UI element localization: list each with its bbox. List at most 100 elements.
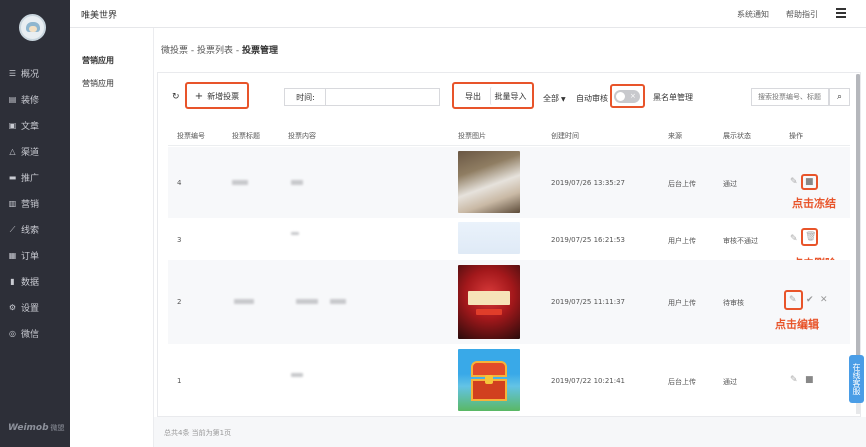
plus-icon: + [194, 90, 204, 102]
add-vote-button[interactable]: + 新增投票 [190, 87, 244, 105]
th-status: 展示状态 [723, 132, 751, 140]
brand-title: 唯美世界 [81, 11, 118, 21]
online-service-button[interactable]: 在线客服 [849, 355, 864, 403]
breadcrumb-current: 投票管理 [242, 46, 279, 56]
blurred-content [291, 180, 303, 185]
row-source: 用户上传 [668, 237, 696, 245]
breadcrumb-vote[interactable]: 微投票 [161, 46, 188, 56]
th-id: 投票编号 [177, 132, 205, 140]
nav-item-orders[interactable]: ▦ 订单 [0, 246, 70, 264]
breadcrumb-list[interactable]: 投票列表 [197, 46, 233, 56]
help-guide-link[interactable]: 帮助指引 [786, 9, 818, 20]
sub-sidebar: 营销应用 营销应用 [70, 28, 154, 447]
nav-item-data[interactable]: ▮ 数据 [0, 272, 70, 290]
brush-icon: ▤ [8, 94, 17, 104]
scrollbar-thumb[interactable] [856, 74, 860, 400]
breadcrumb: 微投票 - 投票列表 - 投票管理 [161, 46, 279, 56]
blurred-title [234, 299, 254, 304]
row-time: 2019/07/25 16:21:53 [551, 236, 626, 244]
th-source: 来源 [668, 132, 682, 140]
menu-icon[interactable] [836, 8, 846, 18]
stats-icon: ▮ [10, 276, 15, 286]
edit-icon[interactable]: ✎ [789, 295, 797, 305]
vote-image-blank[interactable] [458, 222, 520, 254]
freeze-icon[interactable]: ■ [805, 177, 814, 187]
pagination-text: 总共4条 当前为第1页 [164, 429, 232, 437]
close-icon: × [630, 92, 636, 100]
list-icon: ☰ [8, 68, 17, 78]
filter-select[interactable]: 全部 ▼ [543, 93, 566, 104]
th-image: 投票图片 [458, 132, 486, 140]
search-input[interactable] [751, 88, 829, 106]
row-id: 2 [177, 298, 182, 306]
edit-icon[interactable]: ✎ [790, 234, 798, 244]
nav-item-channel[interactable]: △ 渠道 [0, 142, 70, 160]
time-label: 时间: [284, 88, 326, 106]
row-source: 后台上传 [668, 180, 696, 188]
image-button [476, 309, 502, 315]
trend-icon: ⟋ [9, 224, 16, 234]
reject-icon[interactable]: ✕ [820, 295, 828, 305]
subnav-item-marketing-app-2[interactable]: 营销应用 [82, 78, 114, 89]
row-id: 1 [177, 377, 182, 385]
megaphone-icon: ▬ [8, 172, 17, 182]
export-button[interactable]: 导出 [459, 87, 487, 105]
nav-item-article[interactable]: ▣ 文章 [0, 116, 70, 134]
th-created: 创建时间 [551, 132, 579, 140]
refresh-icon[interactable]: ↻ [172, 92, 180, 102]
vote-image-red[interactable] [458, 265, 520, 339]
gear-icon: ⚙ [8, 302, 17, 312]
auto-review-toggle[interactable]: × [614, 90, 640, 103]
nav-item-wechat[interactable]: ◎ 微信 [0, 324, 70, 342]
nav-item-promote[interactable]: ▬ 推广 [0, 168, 70, 186]
wechat-icon: ◎ [9, 328, 16, 338]
triangle-icon: △ [9, 146, 16, 156]
main-nav: ☰ 概况 ▤ 装修 ▣ 文章 △ 渠道 ▬ 推广 ▥ 营销 ⟋ 线索 ▦ 订单 ▮ 数据 ⚙ 设置 … [0, 0, 70, 447]
edit-icon[interactable]: ✎ [790, 177, 798, 187]
annotation-freeze: 点击冻结 [792, 197, 836, 210]
row-id: 3 [177, 236, 182, 244]
search-button[interactable]: ⌕ [829, 88, 850, 106]
bar-chart-icon: ▥ [8, 198, 17, 208]
search-icon: ⌕ [836, 92, 843, 102]
freeze-icon[interactable]: ■ [805, 375, 814, 385]
system-notice-link[interactable]: 系统通知 [737, 9, 769, 20]
row-time: 2019/07/26 13:35:27 [551, 179, 626, 187]
annotation-edit: 点击编辑 [775, 318, 819, 331]
time-input[interactable] [325, 88, 440, 106]
row-time: 2019/07/22 10:21:41 [551, 377, 626, 385]
row-source: 后台上传 [668, 378, 696, 386]
blurred-content [296, 299, 318, 304]
avatar[interactable] [19, 14, 46, 41]
subnav-item-marketing-app[interactable]: 营销应用 [82, 55, 114, 66]
blacklist-button[interactable]: 黑名单管理 [650, 88, 696, 106]
blurred-content [291, 373, 303, 377]
row-source: 用户上传 [668, 299, 696, 307]
trash-icon[interactable]: 🗑 [805, 232, 816, 242]
row-time: 2019/07/25 11:11:37 [551, 298, 626, 306]
blurred-content [291, 232, 299, 235]
blurred-content [330, 299, 346, 304]
top-header: 唯美世界 系统通知 帮助指引 [70, 0, 866, 28]
caret-down-icon: ▼ [561, 96, 566, 103]
nav-item-leads[interactable]: ⟋ 线索 [0, 220, 70, 238]
chest-lock [485, 375, 493, 384]
vote-image-chest[interactable] [458, 349, 520, 411]
vote-image-cat[interactable] [458, 151, 520, 213]
pagination-bar: 总共4条 当前为第1页 [154, 417, 866, 447]
row-status: 通过 [723, 378, 737, 386]
row-id: 4 [177, 179, 182, 187]
edit-icon[interactable]: ✎ [790, 375, 798, 385]
nav-item-decorate[interactable]: ▤ 装修 [0, 90, 70, 108]
nav-item-settings[interactable]: ⚙ 设置 [0, 298, 70, 316]
nav-item-marketing[interactable]: ▥ 营销 [0, 194, 70, 212]
doc-icon: ▣ [8, 120, 17, 130]
batch-import-button[interactable]: 批量导入 [490, 87, 530, 105]
row-status: 审核不通过 [723, 237, 758, 245]
image-banner [468, 291, 510, 305]
approve-icon[interactable]: ✔ [806, 295, 814, 305]
row-status: 通过 [723, 180, 737, 188]
th-title: 投票标题 [232, 132, 260, 140]
nav-item-overview[interactable]: ☰ 概况 [0, 64, 70, 82]
weimob-logo: Weimob 微盟 [8, 423, 65, 433]
